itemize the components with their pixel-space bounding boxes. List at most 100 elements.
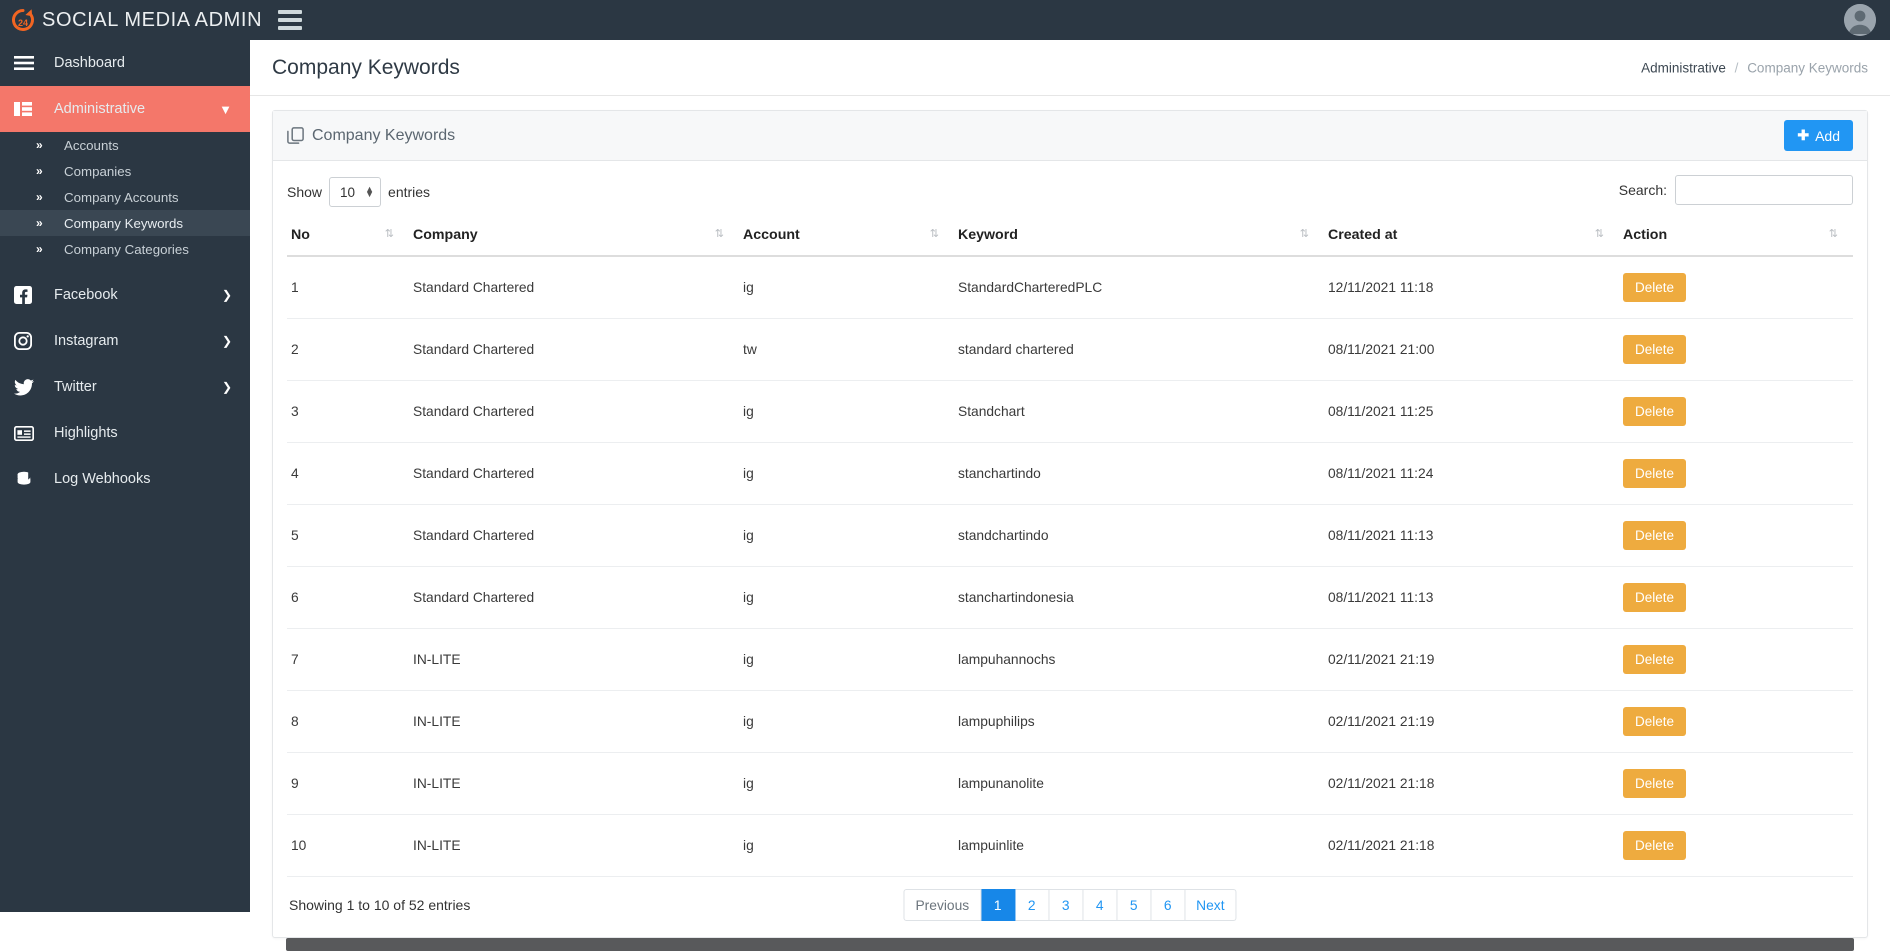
row-action: Delete	[1619, 318, 1853, 381]
page-length-control: Show 10 ▲ ▼ entries	[287, 177, 430, 207]
id-card-icon	[14, 422, 40, 444]
sidebar-item-accounts[interactable]: » Accounts	[0, 132, 250, 158]
search-control: Search:	[1619, 175, 1853, 205]
row-company: IN-LITE	[409, 752, 739, 815]
instagram-icon	[14, 330, 40, 352]
sort-updown-icon: ⇅	[1299, 228, 1309, 240]
pagination-6[interactable]: 6	[1151, 889, 1186, 921]
sidebar-item-company-categories[interactable]: » Company Categories	[0, 236, 250, 262]
sidebar-item-twitter[interactable]: Twitter ❯	[0, 364, 250, 410]
table-scroll-container: No ⇅ Company ⇅ Account ⇅ Keyword ⇅ Creat…	[287, 217, 1853, 877]
row-action: Delete	[1619, 442, 1853, 505]
sidebar-subitem-label: Companies	[64, 163, 132, 179]
row-no: 9	[287, 752, 409, 815]
column-label: No	[291, 227, 310, 243]
avatar[interactable]	[1844, 4, 1876, 36]
pagination-1[interactable]: 1	[981, 889, 1016, 921]
sidebar-item-label: Administrative	[54, 101, 146, 117]
show-label: Show	[287, 184, 323, 200]
card-title: Company Keywords	[312, 126, 456, 144]
delete-button[interactable]: Delete	[1623, 459, 1687, 488]
sidebar-item-dashboard[interactable]: Dashboard	[0, 40, 250, 86]
column-label: Keyword	[958, 227, 1018, 243]
row-created-at: 02/11/2021 21:18	[1324, 752, 1619, 815]
sidebar-item-log-webhooks[interactable]: Log Webhooks	[0, 456, 250, 502]
pagination-3[interactable]: 3	[1049, 889, 1084, 921]
column-label: Action	[1623, 227, 1668, 243]
row-action: Delete	[1619, 504, 1853, 567]
delete-button[interactable]: Delete	[1623, 273, 1687, 302]
delete-button[interactable]: Delete	[1623, 583, 1687, 612]
horizontal-scrollbar[interactable]	[286, 938, 1854, 951]
column-label: Created at	[1328, 227, 1398, 243]
add-button[interactable]: ✚ Add	[1784, 120, 1853, 151]
table-row: 2 Standard Chartered tw standard chartered 0…	[287, 318, 1853, 381]
sidebar-subitem-label: Company Categories	[64, 241, 189, 257]
pagination-2[interactable]: 2	[1015, 889, 1050, 921]
sidebar-subitem-label: Company Accounts	[64, 189, 179, 205]
delete-button[interactable]: Delete	[1623, 769, 1687, 798]
row-account: ig	[739, 566, 954, 629]
chevron-double-right-icon: »	[36, 190, 43, 204]
row-created-at: 02/11/2021 21:19	[1324, 690, 1619, 753]
row-no: 4	[287, 442, 409, 505]
pagination-4[interactable]: 4	[1083, 889, 1118, 921]
row-keyword: standard chartered	[954, 318, 1324, 381]
table-row: 3 Standard Chartered ig Standchart 08/11/202…	[287, 380, 1853, 443]
column-header-created-at[interactable]: Created at ⇅	[1324, 217, 1619, 257]
row-company: Standard Chartered	[409, 256, 739, 319]
page-title: Company Keywords	[272, 55, 460, 79]
sort-updown-icon: ⇅	[929, 228, 939, 240]
row-company: IN-LITE	[409, 814, 739, 877]
pagination-5[interactable]: 5	[1117, 889, 1152, 921]
delete-button[interactable]: Delete	[1623, 831, 1687, 860]
pagination-previous[interactable]: Previous	[903, 889, 982, 921]
column-header-no[interactable]: No ⇅	[287, 217, 409, 257]
column-header-account[interactable]: Account ⇅	[739, 217, 954, 257]
row-action: Delete	[1619, 814, 1853, 877]
page-length-select[interactable]: 10 ▲ ▼	[329, 177, 382, 207]
breadcrumb: Administrative / Company Keywords	[1641, 60, 1868, 75]
row-keyword: stanchartindo	[954, 442, 1324, 505]
column-header-company[interactable]: Company ⇅	[409, 217, 739, 257]
sidebar-item-instagram[interactable]: Instagram ❯	[0, 318, 250, 364]
sidebar-item-administrative[interactable]: Administrative ▼	[0, 86, 250, 132]
chevron-double-right-icon: »	[36, 138, 43, 152]
pagination-next[interactable]: Next	[1185, 889, 1237, 921]
row-created-at: 08/11/2021 11:13	[1324, 504, 1619, 567]
delete-button[interactable]: Delete	[1623, 335, 1687, 364]
delete-button[interactable]: Delete	[1623, 707, 1687, 736]
sidebar-item-facebook[interactable]: Facebook ❯	[0, 272, 250, 318]
chevron-double-right-icon: »	[36, 164, 43, 178]
sidebar-item-company-accounts[interactable]: » Company Accounts	[0, 184, 250, 210]
delete-button[interactable]: Delete	[1623, 397, 1687, 426]
brand[interactable]: 24 SOCIAL MEDIA ADMIN	[0, 0, 262, 40]
row-created-at: 02/11/2021 21:18	[1324, 814, 1619, 877]
delete-button[interactable]: Delete	[1623, 521, 1687, 550]
row-account: ig	[739, 690, 954, 753]
row-account: ig	[739, 504, 954, 567]
sidebar-item-companies[interactable]: » Companies	[0, 158, 250, 184]
sidebar-item-highlights[interactable]: Highlights	[0, 410, 250, 456]
hamburger-icon[interactable]	[278, 10, 303, 30]
delete-button[interactable]: Delete	[1623, 645, 1687, 674]
table-row: 4 Standard Chartered ig stanchartindo 08/11/…	[287, 442, 1853, 505]
row-account: ig	[739, 256, 954, 319]
breadcrumb-parent[interactable]: Administrative	[1641, 60, 1726, 75]
column-header-keyword[interactable]: Keyword ⇅	[954, 217, 1324, 257]
plus-icon: ✚	[1797, 127, 1810, 143]
search-input[interactable]	[1675, 175, 1853, 205]
row-no: 7	[287, 628, 409, 691]
chevron-right-icon: ❯	[221, 380, 232, 394]
column-header-action[interactable]: Action ⇅	[1619, 217, 1853, 257]
row-action: Delete	[1619, 628, 1853, 691]
content-area: Company Keywords ✚ Add Show 10 ▲▼ entri	[250, 96, 1890, 951]
table-footer: Showing 1 to 10 of 52 entries Previous 1 2…	[287, 877, 1853, 927]
row-company: Standard Chartered	[409, 442, 739, 505]
sidebar-item-company-keywords[interactable]: » Company Keywords	[0, 210, 250, 236]
breadcrumb-current: Company Keywords	[1747, 60, 1868, 75]
refresh-24-icon: 24	[10, 7, 36, 33]
row-no: 5	[287, 504, 409, 567]
copy-icon	[287, 127, 304, 144]
